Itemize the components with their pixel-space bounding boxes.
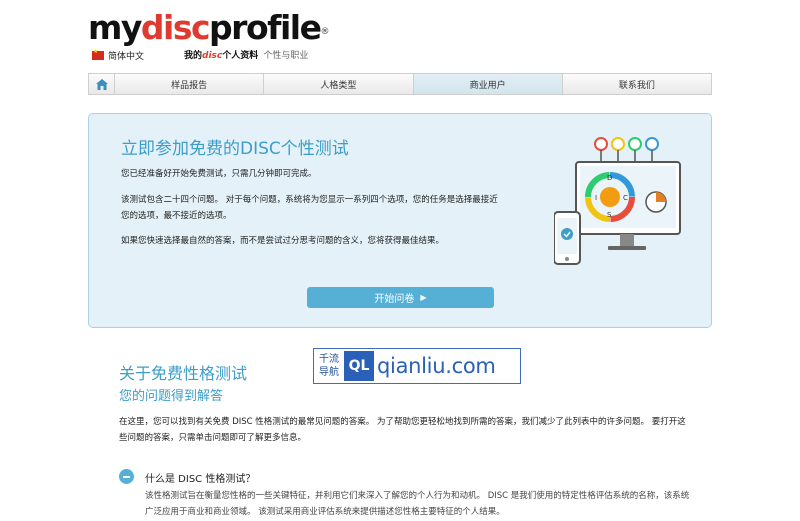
lightbulb-icons [594, 137, 659, 162]
disc-letter-d: D [607, 174, 612, 182]
site-logo[interactable]: mydiscprofile® [88, 8, 329, 48]
watermark-url: qianliu.com [377, 354, 496, 378]
logo-my: my [88, 8, 142, 47]
tagline-prefix: 我的 [184, 51, 203, 61]
hero-title: 立即参加免费的DISC个性测试 [121, 139, 349, 159]
nav-business-users[interactable]: 商业用户 [413, 74, 563, 94]
faq-answer: 该性格测试旨在衡量您性格的一些关键特征，并利用它们来深入了解您的个人行为和动机。… [145, 491, 690, 517]
play-arrow-icon: ▶ [420, 293, 427, 302]
disc-letter-c: C [623, 194, 628, 202]
faq-question[interactable]: 什么是 DISC 性格测试？ [145, 470, 255, 485]
hero-paragraph-1: 您已经准备好开始免费测试，只需几分钟即可完成。 [121, 169, 317, 179]
tagline-disc: disc [202, 51, 223, 61]
disc-letter-s: S [607, 211, 612, 219]
home-icon [95, 78, 108, 90]
about-title: 关于免费性格测试 [119, 364, 248, 383]
start-button-label: 开始问卷 [374, 294, 415, 305]
site-tagline: 我的disc个人资料 个性与职业 [184, 48, 308, 61]
hero-panel: 立即参加免费的DISC个性测试 您已经准备好开始免费测试，只需几分钟即可完成。 … [88, 113, 712, 328]
watermark-cn-top: 千流 [319, 354, 339, 365]
china-flag-icon [92, 48, 104, 60]
nav-sample-reports[interactable]: 样品报告 [115, 74, 265, 94]
about-subtitle: 您的问题得到解答 [119, 389, 224, 404]
watermark-cn-bottom: 导航 [319, 367, 339, 378]
disc-letter-i: I [595, 194, 597, 202]
logo-disc: disc [140, 8, 211, 47]
nav-contact-us[interactable]: 联系我们 [563, 74, 711, 94]
tagline-middle: 个人资料 [222, 51, 259, 61]
logo-registered-mark: ® [320, 27, 330, 37]
about-intro: 在这里，您可以找到有关免费 DISC 性格测试的最常见问题的答案。 为了帮助您更… [119, 417, 686, 443]
disc-device-illustration: D I C S [554, 137, 681, 265]
language-selector[interactable]: 简体中文 [92, 48, 145, 62]
main-nav: 样品报告 人格类型 商业用户 联系我们 [88, 73, 712, 95]
qianliu-watermark: 千流 导航 QL qianliu.com [313, 348, 521, 384]
hero-paragraph-2: 该测试包含二十四个问题。 对于每个问题，系统将为您显示一系列四个选项，您的任务是… [121, 195, 498, 221]
collapse-minus-icon[interactable] [119, 469, 134, 484]
language-label: 简体中文 [108, 52, 145, 62]
tagline-sub: 个性与职业 [263, 51, 309, 61]
nav-home[interactable] [89, 74, 115, 94]
watermark-cn-text: 千流 导航 [314, 349, 344, 383]
start-questionnaire-button[interactable]: 开始问卷 ▶ [307, 287, 494, 308]
hero-paragraph-3: 如果您快速选择最自然的答案，而不是尝试过分思考问题的含义，您将获得最佳结果。 [121, 236, 445, 246]
logo-profile: profile [209, 8, 322, 47]
watermark-badge: QL [344, 351, 374, 381]
nav-personality-types[interactable]: 人格类型 [264, 74, 414, 94]
